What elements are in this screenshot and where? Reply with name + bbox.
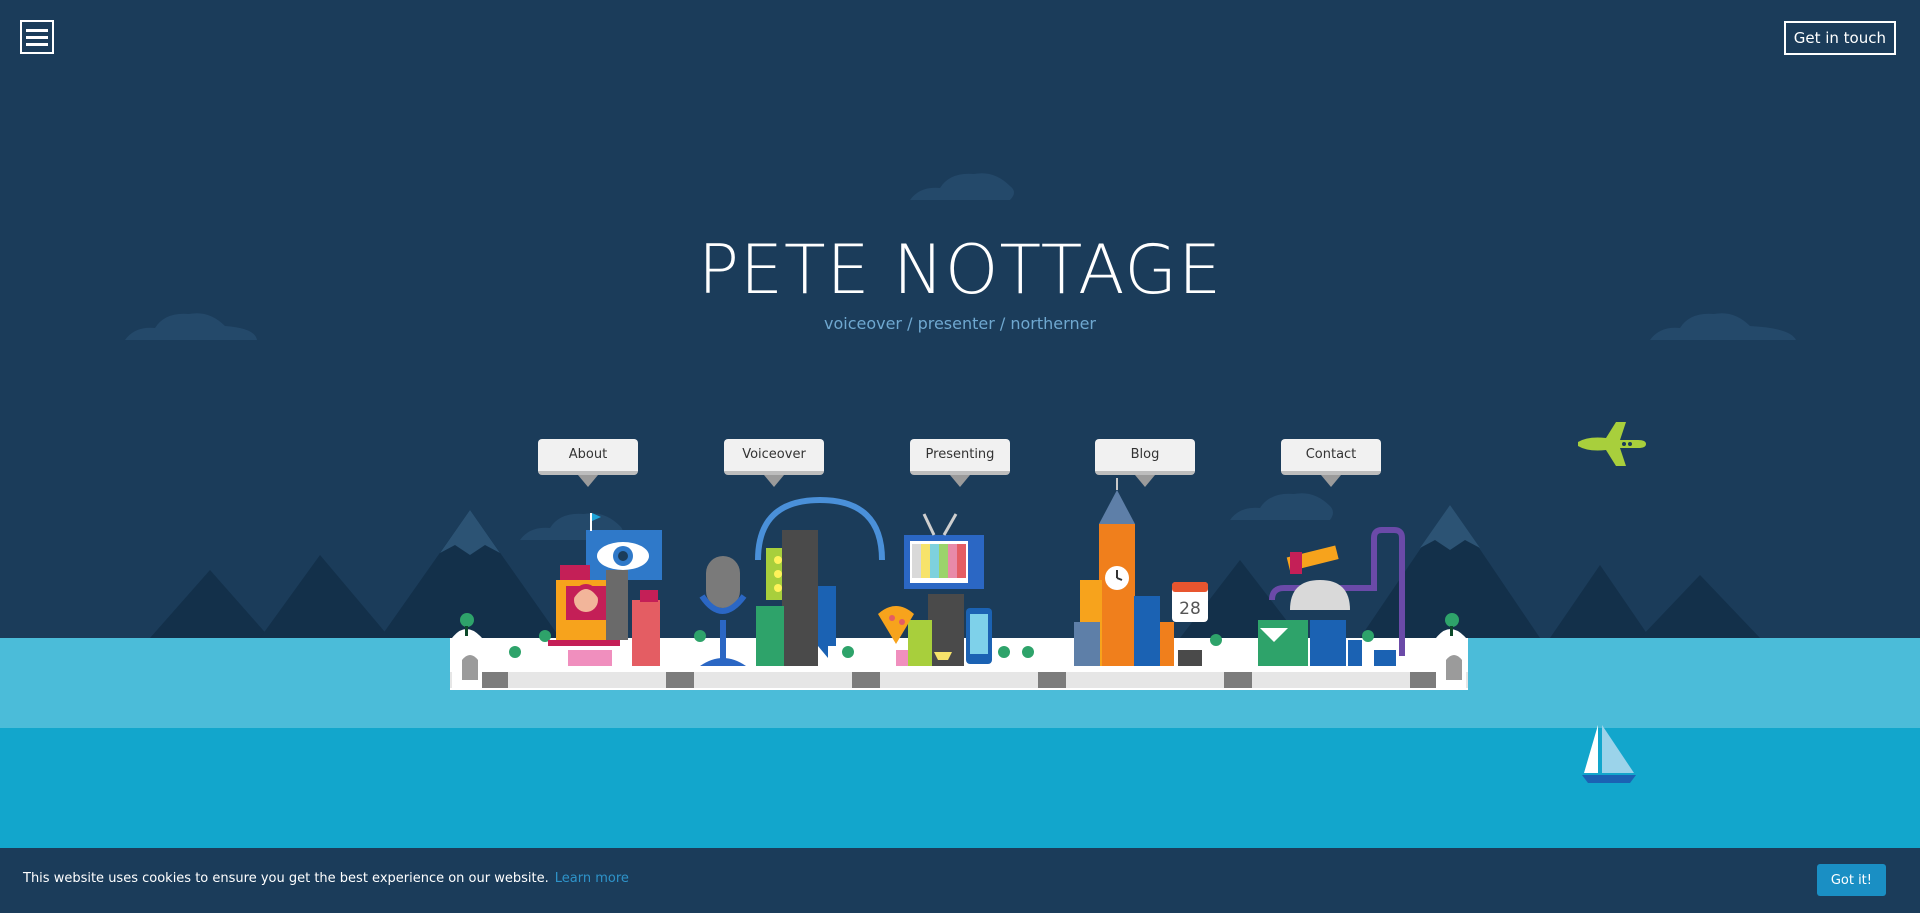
menu-line <box>26 42 48 46</box>
nav-presenting[interactable]: Presenting <box>910 439 1010 487</box>
cookie-text: This website uses cookies to ensure you … <box>23 871 549 886</box>
nav-about[interactable]: About <box>538 439 638 487</box>
page-title: PETE NOTTAGE <box>697 231 1223 310</box>
sailboat-icon <box>1582 725 1636 783</box>
cookie-bar: This website uses cookies to ensure you … <box>0 848 1920 913</box>
cookie-accept-button[interactable]: Got it! <box>1816 864 1886 896</box>
get-in-touch-button[interactable]: Get in touch <box>1783 21 1896 55</box>
menu-line <box>26 28 48 32</box>
nav-voiceover[interactable]: Voiceover <box>724 439 824 487</box>
cookie-message: This website uses cookies to ensure you … <box>23 871 629 886</box>
airplane-icon <box>1578 422 1646 466</box>
learn-more-link[interactable]: Learn more <box>555 871 629 886</box>
nav-blog[interactable]: Blog <box>1095 439 1195 487</box>
page-subtitle: voiceover / presenter / northerner <box>823 314 1096 333</box>
nav-contact[interactable]: Contact <box>1281 439 1381 487</box>
hamburger-icon[interactable] <box>20 20 54 54</box>
calendar-day: 28 <box>1179 599 1201 619</box>
menu-line <box>26 35 48 39</box>
